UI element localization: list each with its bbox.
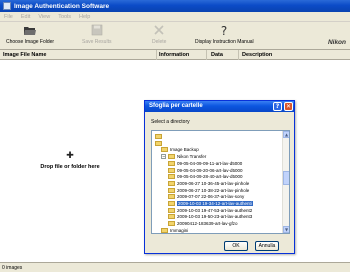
tree-item-label: 09-05-04-09-20-06-art-lav-d5000 — [177, 167, 243, 173]
open-folder-icon — [24, 27, 37, 35]
tree-item-label: Nikon Transfer — [177, 154, 207, 160]
tree-item-label: 2009-10-03 19-47-53-art-lav-authent2 — [177, 207, 253, 213]
title-bar: Image Authentication Software — [0, 0, 350, 12]
column-image-file-name[interactable]: Image File Name — [3, 51, 46, 59]
column-divider[interactable] — [156, 50, 157, 60]
scroll-up-arrow-icon[interactable]: ▲ — [283, 131, 289, 138]
svg-text:?: ? — [221, 24, 227, 36]
column-divider[interactable] — [206, 50, 207, 60]
dialog-prompt: Select a directory — [151, 119, 190, 125]
browse-folder-dialog: Sfoglia per cartelle ? ✕ Select a direct… — [144, 100, 295, 254]
delete-icon — [154, 25, 164, 35]
scroll-thumb[interactable] — [283, 171, 289, 185]
tree-item-label: Image Backup — [170, 147, 199, 153]
tree-item-label: 2009-10-03 19-50-23-art-lav-authent3 — [177, 214, 253, 220]
folder-icon — [155, 134, 162, 139]
menu-edit[interactable]: Edit — [17, 14, 34, 20]
dialog-title: Sfoglia per cartelle — [149, 103, 203, 109]
drop-cursor-icon: ✚ — [66, 151, 74, 161]
tree-item-label: 2009-06-27 10-36-45-art-lav-pinhole — [177, 180, 250, 186]
tree-scrollbar[interactable]: ▲ ▼ — [282, 131, 289, 233]
folder-icon — [168, 174, 175, 180]
ok-button[interactable]: OK — [224, 241, 248, 251]
menu-bar: File Edit View Tools Help — [0, 12, 350, 22]
folder-tree[interactable]: Image Backup − Nikon Transfer 09-05-04-09-0… — [151, 130, 290, 234]
tree-item-label: 2009-10-03 19-34-12-art-lav-authenti — [177, 201, 253, 206]
tree-item-label: 2009-06-27 10-38-22-art-lav-pinhole — [177, 187, 250, 193]
status-bar: 0 images — [0, 262, 350, 272]
list-header: Image File Name Information Data Descrip… — [0, 50, 350, 60]
menu-tools[interactable]: Tools — [54, 14, 75, 20]
app-icon — [3, 2, 11, 10]
collapse-icon[interactable]: − — [161, 154, 166, 160]
save-icon — [91, 24, 103, 36]
folder-icon — [155, 140, 162, 146]
tree-item-label: 09-05-04-09-28-40-art-lav-d5000 — [177, 174, 243, 180]
dialog-help-button[interactable]: ? — [273, 102, 282, 111]
dialog-title-bar: Sfoglia per cartelle ? ✕ — [145, 101, 294, 112]
folder-icon — [161, 227, 168, 233]
column-information[interactable]: Information — [159, 51, 189, 59]
drop-zone[interactable]: ✚ Drop file or folder here — [0, 60, 140, 262]
folder-icon — [168, 187, 175, 193]
folder-icon — [168, 221, 175, 227]
tree-item-label: 20090412-183639-art-lav-gfzo — [177, 221, 238, 227]
column-divider[interactable] — [238, 50, 239, 60]
folder-icon — [168, 167, 175, 173]
save-results-button[interactable]: Save Results — [82, 24, 111, 48]
folder-icon — [168, 207, 175, 213]
menu-view[interactable]: View — [34, 14, 54, 20]
cancel-button[interactable]: Annulla — [255, 241, 279, 251]
window-title: Image Authentication Software — [14, 2, 110, 10]
nikon-logo: Nikon — [327, 39, 346, 46]
scroll-down-arrow-icon[interactable]: ▼ — [283, 226, 289, 233]
image-count: 0 images — [2, 265, 23, 271]
folder-icon — [168, 154, 175, 160]
menu-help[interactable]: Help — [75, 14, 94, 20]
folder-icon — [161, 147, 168, 153]
display-instruction-manual-button[interactable]: ? Display Instruction Manual — [195, 24, 254, 48]
menu-file[interactable]: File — [0, 14, 17, 20]
folder-icon — [168, 214, 175, 220]
dialog-close-button[interactable]: ✕ — [284, 102, 293, 111]
choose-image-folder-button[interactable]: Choose Image Folder — [6, 24, 54, 48]
toolbar: Choose Image Folder Save Results Delete … — [0, 22, 350, 50]
tree-item-label: Immagini — [170, 227, 189, 233]
folder-icon — [168, 180, 175, 186]
column-description[interactable]: Description — [242, 51, 272, 59]
folder-icon — [168, 194, 175, 200]
tree-item-label: 09-05-04-09-09-11-art-lav-d5000 — [177, 160, 243, 166]
folder-icon — [168, 201, 175, 206]
tree-item[interactable]: Immagini — [161, 227, 289, 233]
delete-button[interactable]: Delete — [152, 24, 166, 48]
column-data[interactable]: Data — [211, 51, 223, 59]
folder-icon — [168, 160, 175, 166]
tree-item-label: 2009-07-07 22-06-37-art-lav-sony — [177, 194, 245, 200]
question-mark-icon: ? — [221, 24, 227, 36]
drop-hint: Drop file or folder here — [40, 164, 100, 170]
